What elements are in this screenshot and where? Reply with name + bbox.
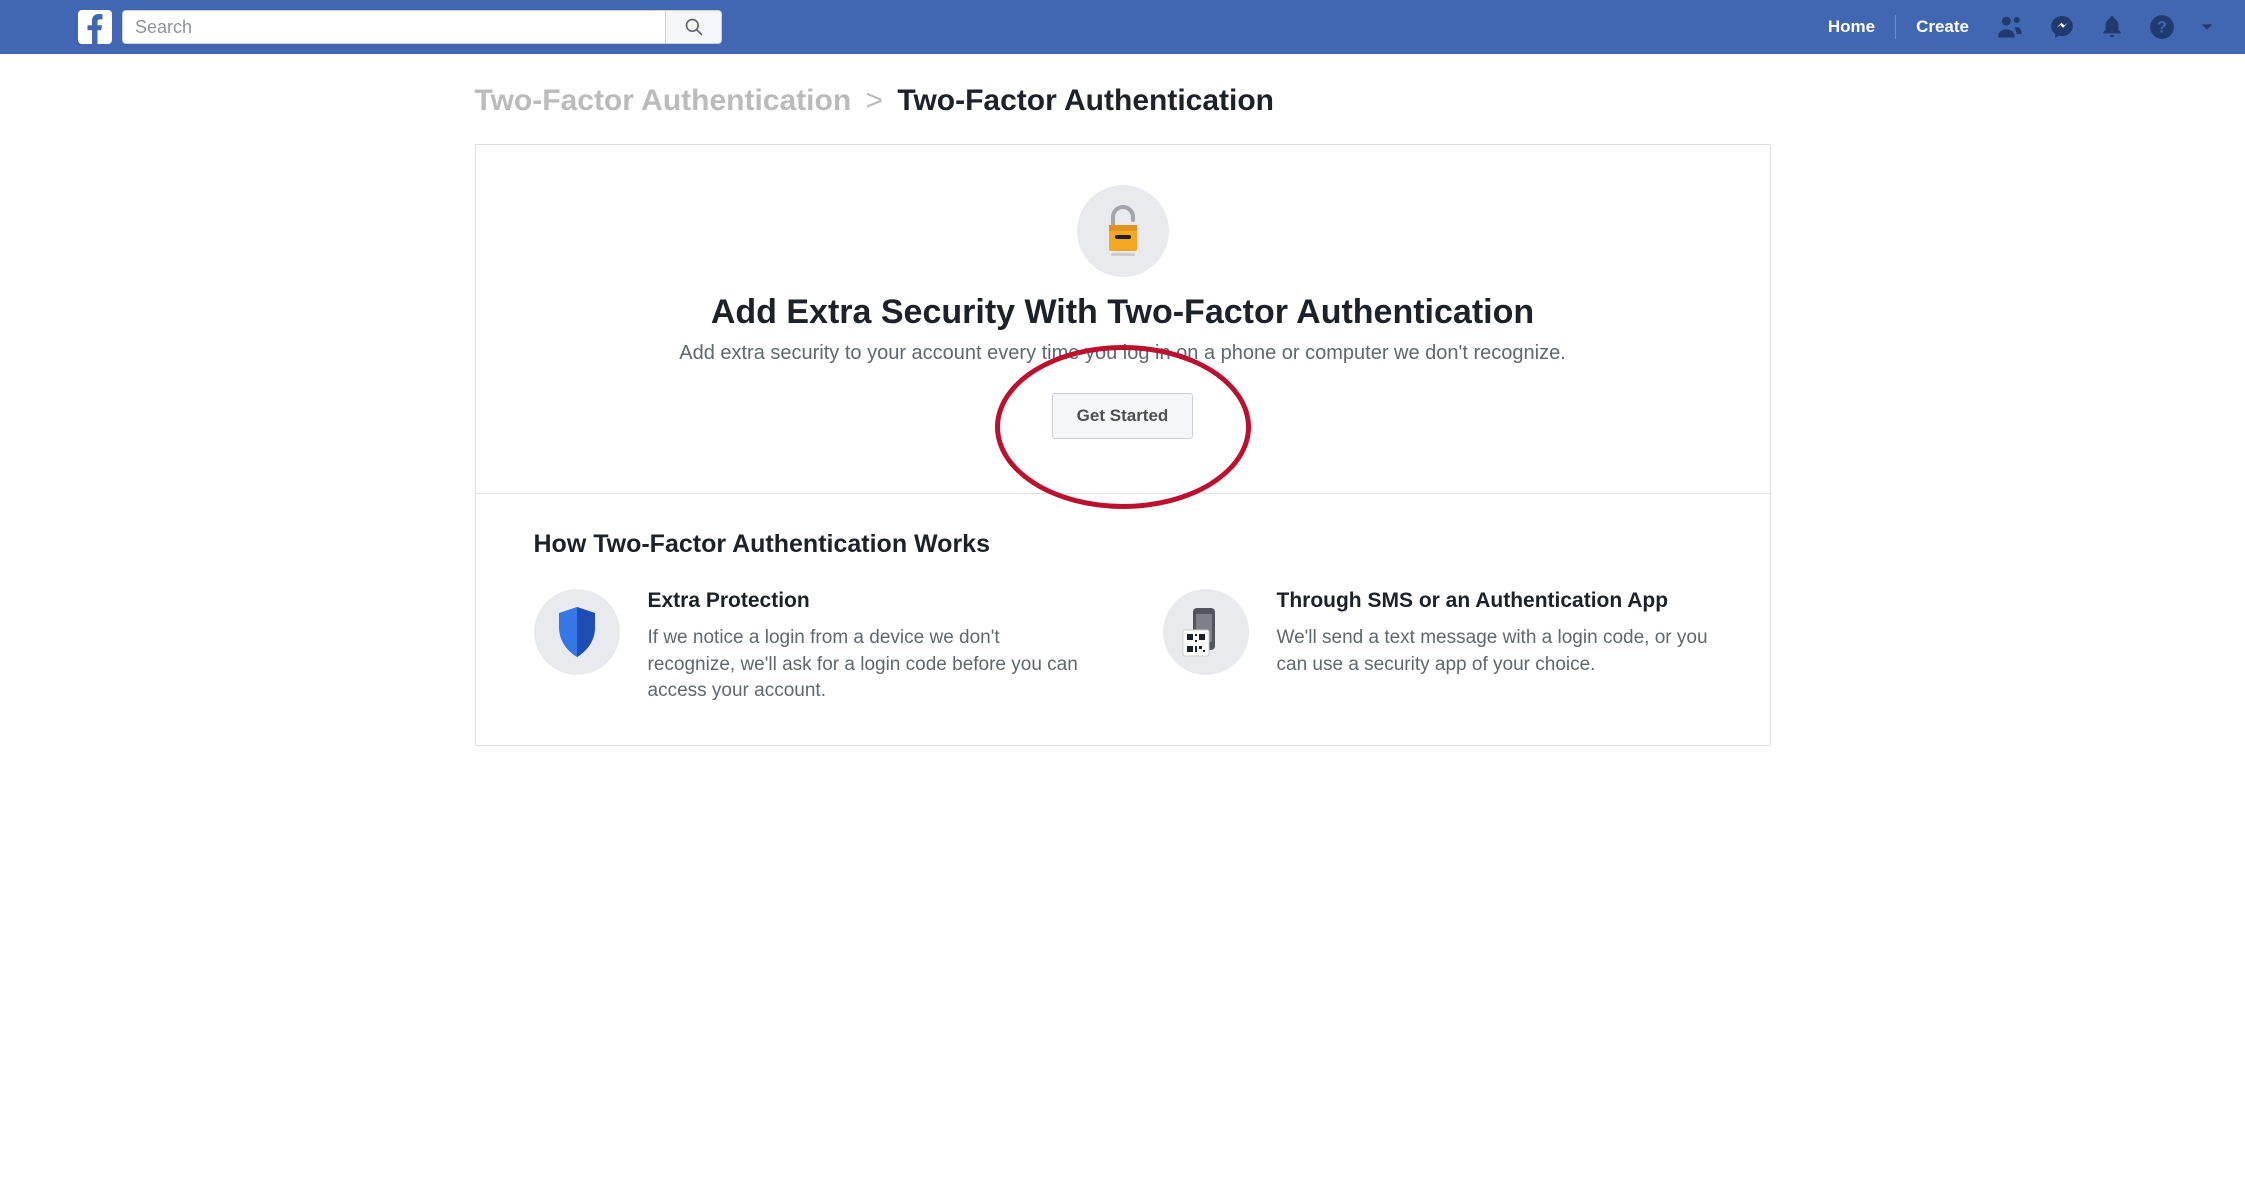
page-content: Two-Factor Authentication > Two-Factor A… — [475, 54, 1771, 776]
friend-requests-icon[interactable] — [1987, 7, 2035, 47]
how-item-title: Extra Protection — [648, 589, 1083, 613]
topbar: Home Create ? — [0, 0, 2245, 54]
how-item-extra-protection: Extra Protection If we notice a login fr… — [534, 589, 1083, 705]
how-item-title: Through SMS or an Authentication App — [1277, 589, 1712, 613]
search-button[interactable] — [665, 11, 721, 43]
how-it-works-section: How Two-Factor Authentication Works Extr… — [476, 494, 1770, 745]
breadcrumb-separator: > — [865, 84, 883, 117]
hero-subtitle: Add extra security to your account every… — [516, 342, 1730, 365]
how-item-body: If we notice a login from a device we do… — [648, 625, 1083, 705]
create-link[interactable]: Create — [1902, 9, 1983, 45]
how-heading: How Two-Factor Authentication Works — [534, 530, 1712, 559]
notifications-icon[interactable] — [2089, 8, 2135, 46]
how-row: Extra Protection If we notice a login fr… — [534, 589, 1712, 705]
get-started-button[interactable]: Get Started — [1052, 393, 1194, 439]
how-item-body: We'll send a text message with a login c… — [1277, 625, 1712, 678]
help-icon[interactable]: ? — [2139, 8, 2185, 46]
tfa-card: Add Extra Security With Two-Factor Authe… — [475, 144, 1771, 746]
account-menu-icon[interactable] — [2189, 13, 2225, 41]
shield-icon — [534, 589, 620, 675]
topbar-right: Home Create ? — [1814, 7, 2225, 47]
facebook-f-icon — [84, 14, 106, 44]
breadcrumb: Two-Factor Authentication > Two-Factor A… — [475, 84, 1771, 144]
home-link[interactable]: Home — [1814, 9, 1889, 45]
hero-section: Add Extra Security With Two-Factor Authe… — [476, 145, 1770, 494]
svg-text:?: ? — [2157, 18, 2167, 36]
phone-qr-icon — [1163, 589, 1249, 675]
nav-divider — [1895, 15, 1896, 39]
breadcrumb-parent-link[interactable]: Two-Factor Authentication — [475, 84, 852, 117]
padlock-icon — [1077, 185, 1169, 277]
hero-title: Add Extra Security With Two-Factor Authe… — [516, 293, 1730, 332]
facebook-logo[interactable] — [78, 10, 112, 44]
breadcrumb-current: Two-Factor Authentication — [897, 84, 1274, 117]
how-item-sms-app: Through SMS or an Authentication App We'… — [1163, 589, 1712, 705]
search-icon — [684, 17, 704, 37]
messenger-icon[interactable] — [2039, 8, 2085, 46]
search-bar — [122, 10, 722, 44]
search-input[interactable] — [123, 11, 665, 43]
